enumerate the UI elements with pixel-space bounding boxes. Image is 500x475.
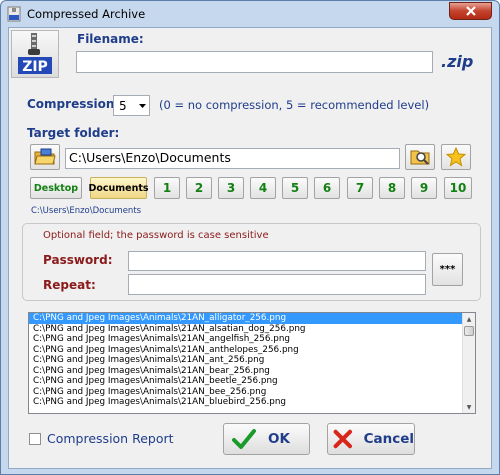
cancel-icon — [333, 429, 353, 449]
cancel-label: Cancel — [363, 431, 414, 447]
compression-select[interactable]: 5 — [113, 95, 150, 116]
compression-value: 5 — [119, 98, 127, 113]
compression-report-checkbox[interactable] — [29, 433, 41, 445]
search-folder-button[interactable] — [405, 144, 435, 170]
chevron-down-icon — [136, 103, 149, 108]
filename-label: Filename: — [77, 32, 144, 46]
current-folder-path: C:\Users\Enzo\Documents — [31, 206, 142, 216]
repeat-password-input[interactable] — [128, 274, 426, 295]
list-item[interactable]: C:\PNG and Jpeg Images\Animals\21AN_beet… — [29, 376, 475, 387]
quick-folder-9-button[interactable]: 9 — [411, 177, 437, 199]
quick-folder-desktop-button[interactable]: Desktop — [30, 177, 82, 199]
quick-folder-7-button[interactable]: 7 — [347, 177, 373, 199]
list-item[interactable]: C:\PNG and Jpeg Images\Animals\21AN_bee_… — [29, 387, 475, 398]
title-bar[interactable]: Compressed Archive — [1, 1, 499, 27]
zip-extension-label: .zip — [441, 52, 474, 71]
cancel-button[interactable]: Cancel — [327, 423, 415, 455]
password-label: Password: — [43, 253, 113, 267]
file-list[interactable]: C:\PNG and Jpeg Images\Animals\21AN_alli… — [28, 312, 476, 414]
password-group: Optional field; the password is case sen… — [22, 223, 481, 301]
target-folder-label: Target folder: — [27, 126, 120, 140]
window-title: Compressed Archive — [27, 7, 146, 21]
folder-open-icon — [34, 148, 56, 165]
scroll-up-icon[interactable]: ▲ — [463, 313, 475, 325]
list-item[interactable]: C:\PNG and Jpeg Images\Animals\21AN_ant_… — [29, 355, 475, 366]
ok-button[interactable]: OK — [223, 423, 310, 455]
list-item[interactable]: C:\PNG and Jpeg Images\Animals\21AN_alsa… — [29, 324, 475, 335]
ok-label: OK — [268, 431, 290, 447]
browse-folder-button[interactable] — [30, 144, 60, 170]
show-password-button[interactable]: *** — [432, 253, 463, 286]
scrollbar-thumb[interactable] — [464, 326, 474, 336]
favorite-folder-button[interactable] — [441, 144, 471, 170]
star-icon — [446, 147, 466, 167]
compressed-archive-window: Compressed Archive ZIP Filename: .zip Co — [0, 0, 500, 475]
password-notice: Optional field; the password is case sen… — [43, 230, 269, 241]
quick-folder-4-button[interactable]: 4 — [250, 177, 276, 199]
password-input[interactable] — [128, 251, 426, 271]
quick-folder-3-button[interactable]: 3 — [218, 177, 244, 199]
zip-archive-icon: ZIP — [18, 33, 52, 75]
target-folder-input[interactable]: C:\Users\Enzo\Documents — [65, 148, 400, 169]
quick-folder-6-button[interactable]: 6 — [314, 177, 340, 199]
file-list-scrollbar[interactable]: ▲ ▼ — [462, 313, 475, 413]
folder-search-icon — [410, 150, 430, 165]
scroll-down-icon[interactable]: ▼ — [463, 401, 475, 413]
quick-folder-10-button[interactable]: 10 — [444, 177, 472, 199]
filename-input[interactable] — [76, 51, 433, 73]
close-icon — [465, 6, 476, 16]
check-icon — [232, 429, 256, 449]
quick-folder-5-button[interactable]: 5 — [282, 177, 308, 199]
quick-folder-2-button[interactable]: 2 — [186, 177, 212, 199]
list-item[interactable]: C:\PNG and Jpeg Images\Animals\21AN_blue… — [29, 397, 475, 408]
repeat-label: Repeat: — [43, 278, 96, 292]
quick-folder-8-button[interactable]: 8 — [379, 177, 405, 199]
compression-report-label: Compression Report — [47, 431, 174, 446]
dialog-body: ZIP Filename: .zip Compression: 5 (0 = n… — [8, 27, 492, 469]
list-item[interactable]: C:\PNG and Jpeg Images\Animals\21AN_alli… — [29, 313, 475, 324]
list-item[interactable]: C:\PNG and Jpeg Images\Animals\21AN_bear… — [29, 366, 475, 377]
close-button[interactable] — [449, 2, 492, 20]
compression-hint: (0 = no compression, 5 = recommended lev… — [159, 98, 430, 112]
list-item[interactable]: C:\PNG and Jpeg Images\Animals\21AN_anth… — [29, 345, 475, 356]
archive-icon — [7, 6, 21, 22]
zip-logo: ZIP — [11, 30, 59, 78]
compression-label: Compression: — [27, 97, 120, 111]
svg-text:ZIP: ZIP — [22, 59, 48, 75]
list-item[interactable]: C:\PNG and Jpeg Images\Animals\21AN_ange… — [29, 334, 475, 345]
quick-folder-documents-button[interactable]: Documents — [88, 177, 149, 199]
quick-folder-1-button[interactable]: 1 — [154, 177, 180, 199]
